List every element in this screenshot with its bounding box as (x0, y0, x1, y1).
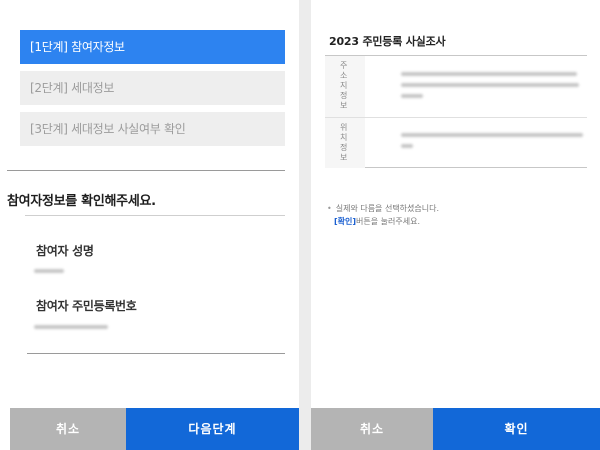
notice-line-2: 버튼을 눌러주세요. (356, 217, 421, 226)
next-step-button[interactable]: 다음단계 (126, 408, 299, 450)
location-value-redacted (401, 133, 583, 137)
step-list: [1단계] 참여자정보 [2단계] 세대정보 [3단계] 세대정보 사실여부 확… (20, 30, 285, 153)
survey-title: 2023 주민등록 사실조사 (329, 35, 446, 48)
section-divider (7, 170, 285, 171)
participant-info-panel: [1단계] 참여자정보 [2단계] 세대정보 [3단계] 세대정보 사실여부 확… (0, 0, 299, 450)
bullet-icon: • (327, 204, 332, 213)
location-row: 위치정보 (325, 118, 587, 168)
address-row: 주소지정보 (325, 56, 587, 117)
step-3-tab[interactable]: [3단계] 세대정보 사실여부 확인 (20, 112, 285, 146)
address-value-redacted (401, 83, 579, 87)
address-info-table: 주소지정보 위치정보 (325, 55, 587, 168)
address-row-header-label: 주소지정보 (340, 61, 348, 110)
notice-line-1: 실제와 다름을 선택하셨습니다. (335, 204, 440, 213)
section-title: 참여자정보를 확인해주세요. (7, 194, 156, 209)
participant-name-value-redacted (34, 269, 64, 273)
participant-rrn-label: 참여자 주민등록번호 (36, 299, 137, 313)
address-value-redacted (401, 94, 423, 98)
location-value-redacted (401, 144, 413, 148)
address-row-header: 주소지정보 (325, 56, 365, 117)
address-value-redacted (401, 72, 577, 76)
notice-text: • 실제와 다름을 선택하셨습니다. [확인]버튼을 눌러주세요. (327, 202, 439, 228)
participant-rrn-value-redacted (34, 325, 108, 329)
location-row-header-label: 위치정보 (340, 123, 348, 162)
location-row-header: 위치정보 (325, 118, 365, 168)
cancel-button[interactable]: 취소 (10, 408, 126, 450)
confirm-button[interactable]: 확인 (433, 408, 600, 450)
step-2-tab[interactable]: [2단계] 세대정보 (20, 71, 285, 105)
survey-panel: 2023 주민등록 사실조사 주소지정보 위치정보 • 실제와 다름을 선택하셨습… (311, 0, 600, 450)
step-1-tab[interactable]: [1단계] 참여자정보 (20, 30, 285, 64)
fields-bottom-divider (27, 353, 285, 354)
confirm-hint-link: [확인] (334, 217, 357, 226)
divider (25, 215, 285, 216)
cancel-button[interactable]: 취소 (311, 408, 433, 450)
participant-name-label: 참여자 성명 (36, 244, 94, 258)
